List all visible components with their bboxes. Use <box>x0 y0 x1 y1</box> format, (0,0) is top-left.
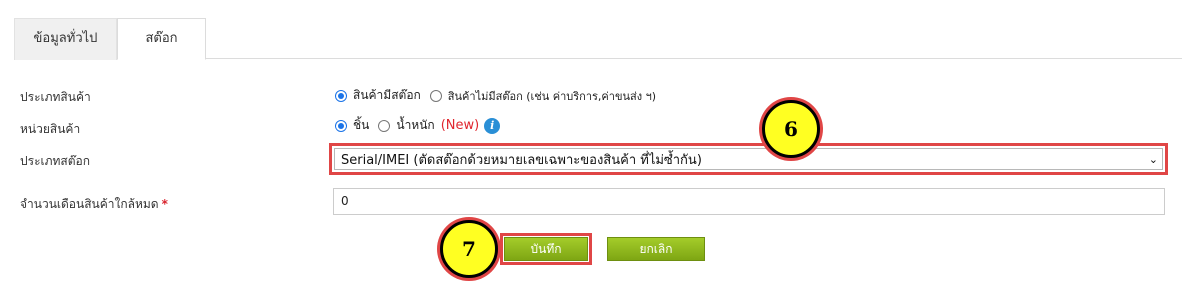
unit-piece-label[interactable]: ชิ้น <box>353 116 369 135</box>
info-icon[interactable]: i <box>484 117 501 134</box>
product-type-label: ประเภทสินค้า <box>20 90 91 104</box>
tab-bar: ข้อมูลทั่วไป สต๊อก <box>14 18 1182 60</box>
save-button-highlight: บันทึก <box>500 233 592 265</box>
unit-piece-radio[interactable] <box>335 119 347 132</box>
required-asterisk: * <box>161 197 168 211</box>
cancel-button[interactable]: ยกเลิก <box>607 237 705 261</box>
product-type-nonstock-label[interactable]: สินค้าไม่มีสต๊อก (เช่น ค่าบริการ,ค่าขนส่… <box>448 87 656 105</box>
stock-type-highlight: Serial/IMEI (ตัดสต๊อกด้วยหมายเลขเฉพาะของ… <box>329 143 1168 175</box>
stock-type-select[interactable]: Serial/IMEI (ตัดสต๊อกด้วยหมายเลขเฉพาะของ… <box>334 148 1163 170</box>
product-type-nonstock-radio[interactable] <box>429 89 442 102</box>
unit-weight-radio[interactable] <box>378 119 391 132</box>
stock-type-label: ประเภทสต๊อก <box>20 154 91 168</box>
low-stock-months-input[interactable]: 0 <box>333 188 1165 215</box>
stock-type-value: Serial/IMEI (ตัดสต๊อกด้วยหมายเลขเฉพาะของ… <box>341 152 702 168</box>
new-badge: (New) <box>440 118 480 133</box>
tab-general-info[interactable]: ข้อมูลทั่วไป <box>14 18 117 60</box>
low-stock-months-label: จำนวนเดือนสินค้าใกล้หมด * <box>20 197 168 211</box>
callout-7: 7 <box>440 220 498 278</box>
chevron-down-icon: ⌄ <box>1148 152 1158 166</box>
tab-stock[interactable]: สต๊อก <box>117 18 206 60</box>
product-type-radio-group: สินค้ามีสต๊อก สินค้าไม่มีสต๊อก (เช่น ค่า… <box>335 86 665 105</box>
callout-6: 6 <box>762 100 820 158</box>
unit-weight-label[interactable]: น้ำหนัก <box>396 116 434 135</box>
product-type-stock-label[interactable]: สินค้ามีสต๊อก <box>353 86 421 105</box>
save-button[interactable]: บันทึก <box>504 237 588 261</box>
unit-radio-group: ชิ้น น้ำหนัก (New) i <box>335 116 501 135</box>
product-type-stock-radio[interactable] <box>335 89 347 102</box>
unit-label: หน่วยสินค้า <box>20 122 81 136</box>
